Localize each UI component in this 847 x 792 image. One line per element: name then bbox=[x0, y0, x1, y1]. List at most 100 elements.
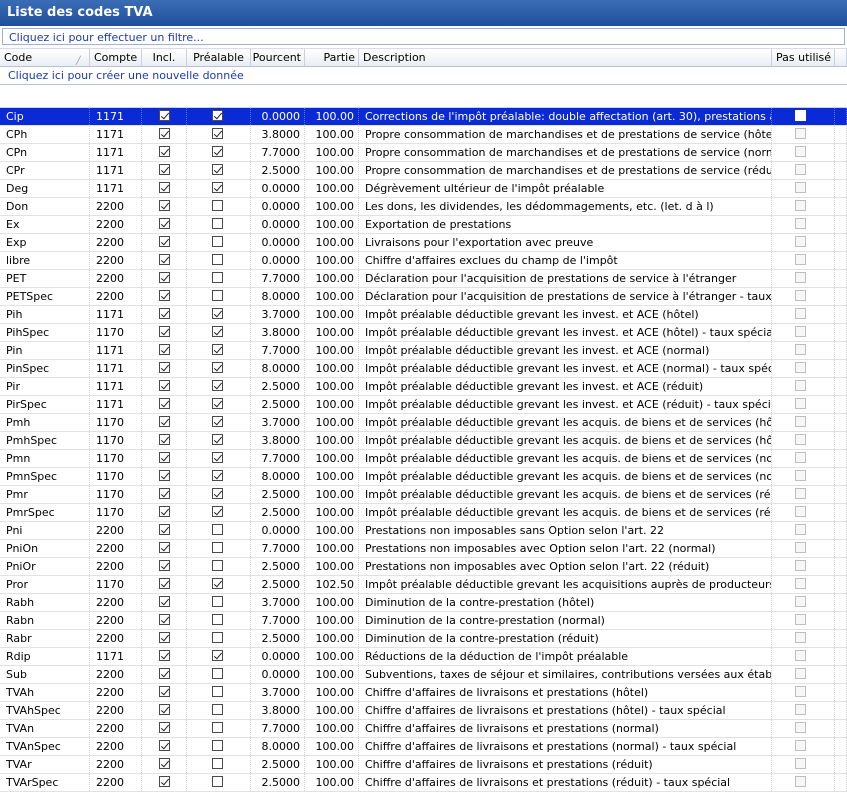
cell-description[interactable]: Chiffre d'affaires exclues du champ de l… bbox=[359, 252, 772, 269]
pas-utilise-checkbox-icon[interactable] bbox=[795, 488, 806, 499]
cell-description[interactable]: Diminution de la contre-prestation (rédu… bbox=[359, 630, 772, 647]
incl-checkbox-icon[interactable] bbox=[159, 542, 170, 553]
cell-code[interactable]: TVAhSpec bbox=[0, 702, 90, 719]
cell-partie[interactable]: 100.00 bbox=[305, 198, 359, 215]
cell-code[interactable]: Rdip bbox=[0, 648, 90, 665]
cell-partie[interactable]: 100.00 bbox=[305, 378, 359, 395]
prealable-checkbox-icon[interactable] bbox=[212, 740, 223, 751]
cell-partie[interactable]: 100.00 bbox=[305, 594, 359, 611]
incl-checkbox-icon[interactable] bbox=[159, 236, 170, 247]
cell-description[interactable]: Propre consommation de marchandises et d… bbox=[359, 162, 772, 179]
cell-partie[interactable]: 100.00 bbox=[305, 486, 359, 503]
cell-pourcent[interactable]: 7.7000 bbox=[251, 612, 305, 629]
cell-partie[interactable]: 100.00 bbox=[305, 252, 359, 269]
cell-partie[interactable]: 100.00 bbox=[305, 504, 359, 521]
prealable-checkbox-icon[interactable] bbox=[212, 470, 223, 481]
cell-pourcent[interactable]: 8.0000 bbox=[251, 288, 305, 305]
pas-utilise-checkbox-icon[interactable] bbox=[795, 326, 806, 337]
cell-code[interactable]: Ex bbox=[0, 216, 90, 233]
cell-partie[interactable]: 100.00 bbox=[305, 612, 359, 629]
cell-code[interactable]: Pir bbox=[0, 378, 90, 395]
column-header-partie[interactable]: Partie bbox=[305, 49, 359, 66]
incl-checkbox-icon[interactable] bbox=[159, 524, 170, 535]
new-record-row[interactable]: Cliquez ici pour créer une nouvelle donn… bbox=[0, 67, 847, 85]
incl-checkbox-icon[interactable] bbox=[159, 290, 170, 301]
table-row[interactable]: PinSpec 1171 8.0000 100.00 Impôt préalable d… bbox=[0, 360, 847, 378]
incl-checkbox-icon[interactable] bbox=[159, 254, 170, 265]
cell-compte[interactable]: 2200 bbox=[90, 540, 142, 557]
cell-description[interactable]: Dégrèvement ultérieur de l'impôt préalab… bbox=[359, 180, 772, 197]
cell-compte[interactable]: 2200 bbox=[90, 630, 142, 647]
table-row[interactable]: TVArSpec 2200 2.5000 100.00 Chiffre d'affair… bbox=[0, 774, 847, 792]
pas-utilise-checkbox-icon[interactable] bbox=[795, 344, 806, 355]
cell-code[interactable]: PmrSpec bbox=[0, 504, 90, 521]
cell-partie[interactable]: 100.00 bbox=[305, 270, 359, 287]
incl-checkbox-icon[interactable] bbox=[159, 704, 170, 715]
incl-checkbox-icon[interactable] bbox=[159, 434, 170, 445]
table-row[interactable]: PmhSpec 1170 3.8000 100.00 Impôt préalable d… bbox=[0, 432, 847, 450]
cell-partie[interactable]: 100.00 bbox=[305, 108, 359, 125]
table-row[interactable]: PETSpec 2200 8.0000 100.00 Déclaration pour … bbox=[0, 288, 847, 306]
cell-partie[interactable]: 100.00 bbox=[305, 180, 359, 197]
pas-utilise-checkbox-icon[interactable] bbox=[795, 650, 806, 661]
incl-checkbox-icon[interactable] bbox=[159, 398, 170, 409]
cell-pourcent[interactable]: 2.5000 bbox=[251, 162, 305, 179]
cell-description[interactable]: Impôt préalable déductible grevant les i… bbox=[359, 342, 772, 359]
filter-bar[interactable]: Cliquez ici pour effectuer un filtre... bbox=[2, 28, 845, 45]
pas-utilise-checkbox-icon[interactable] bbox=[795, 740, 806, 751]
cell-description[interactable]: Chiffre d'affaires de livraisons et pres… bbox=[359, 702, 772, 719]
cell-compte[interactable]: 2200 bbox=[90, 738, 142, 755]
table-row[interactable]: TVAhSpec 2200 3.8000 100.00 Chiffre d'affair… bbox=[0, 702, 847, 720]
cell-compte[interactable]: 1170 bbox=[90, 450, 142, 467]
cell-description[interactable]: Subventions, taxes de séjour et similair… bbox=[359, 666, 772, 683]
incl-checkbox-icon[interactable] bbox=[159, 200, 170, 211]
prealable-checkbox-icon[interactable] bbox=[212, 110, 223, 121]
cell-compte[interactable]: 1171 bbox=[90, 162, 142, 179]
cell-pourcent[interactable]: 8.0000 bbox=[251, 360, 305, 377]
cell-code[interactable]: TVAn bbox=[0, 720, 90, 737]
prealable-checkbox-icon[interactable] bbox=[212, 650, 223, 661]
table-row[interactable]: PihSpec 1170 3.8000 100.00 Impôt préalable d… bbox=[0, 324, 847, 342]
cell-compte[interactable]: 2200 bbox=[90, 756, 142, 773]
cell-description[interactable]: Impôt préalable déductible grevant les a… bbox=[359, 468, 772, 485]
cell-compte[interactable]: 2200 bbox=[90, 252, 142, 269]
prealable-checkbox-icon[interactable] bbox=[212, 542, 223, 553]
cell-pourcent[interactable]: 0.0000 bbox=[251, 234, 305, 251]
cell-compte[interactable]: 1171 bbox=[90, 342, 142, 359]
prealable-checkbox-icon[interactable] bbox=[212, 218, 223, 229]
cell-partie[interactable]: 100.00 bbox=[305, 666, 359, 683]
prealable-checkbox-icon[interactable] bbox=[212, 290, 223, 301]
cell-code[interactable]: Pih bbox=[0, 306, 90, 323]
cell-code[interactable]: Cip bbox=[0, 108, 90, 125]
cell-description[interactable]: Impôt préalable déductible grevant les i… bbox=[359, 378, 772, 395]
cell-description[interactable]: Propre consommation de marchandises et d… bbox=[359, 126, 772, 143]
cell-partie[interactable]: 100.00 bbox=[305, 288, 359, 305]
incl-checkbox-icon[interactable] bbox=[159, 146, 170, 157]
cell-compte[interactable]: 2200 bbox=[90, 234, 142, 251]
cell-pourcent[interactable]: 0.0000 bbox=[251, 198, 305, 215]
prealable-checkbox-icon[interactable] bbox=[212, 380, 223, 391]
cell-partie[interactable]: 100.00 bbox=[305, 324, 359, 341]
cell-code[interactable]: PET bbox=[0, 270, 90, 287]
cell-compte[interactable]: 1170 bbox=[90, 432, 142, 449]
prealable-checkbox-icon[interactable] bbox=[212, 596, 223, 607]
cell-pourcent[interactable]: 2.5000 bbox=[251, 504, 305, 521]
pas-utilise-checkbox-icon[interactable] bbox=[795, 614, 806, 625]
cell-compte[interactable]: 1170 bbox=[90, 576, 142, 593]
prealable-checkbox-icon[interactable] bbox=[212, 182, 223, 193]
pas-utilise-checkbox-icon[interactable] bbox=[795, 218, 806, 229]
cell-code[interactable]: Pni bbox=[0, 522, 90, 539]
table-row[interactable]: Pih 1171 3.7000 100.00 Impôt préalable déduc… bbox=[0, 306, 847, 324]
prealable-checkbox-icon[interactable] bbox=[212, 326, 223, 337]
pas-utilise-checkbox-icon[interactable] bbox=[795, 164, 806, 175]
pas-utilise-checkbox-icon[interactable] bbox=[795, 290, 806, 301]
cell-pourcent[interactable]: 2.5000 bbox=[251, 558, 305, 575]
cell-code[interactable]: Sub bbox=[0, 666, 90, 683]
prealable-checkbox-icon[interactable] bbox=[212, 398, 223, 409]
prealable-checkbox-icon[interactable] bbox=[212, 524, 223, 535]
incl-checkbox-icon[interactable] bbox=[159, 362, 170, 373]
table-row[interactable]: PET 2200 7.7000 100.00 Déclaration pour l'ac… bbox=[0, 270, 847, 288]
cell-code[interactable]: TVAh bbox=[0, 684, 90, 701]
pas-utilise-checkbox-icon[interactable] bbox=[795, 146, 806, 157]
cell-code[interactable]: Rabn bbox=[0, 612, 90, 629]
